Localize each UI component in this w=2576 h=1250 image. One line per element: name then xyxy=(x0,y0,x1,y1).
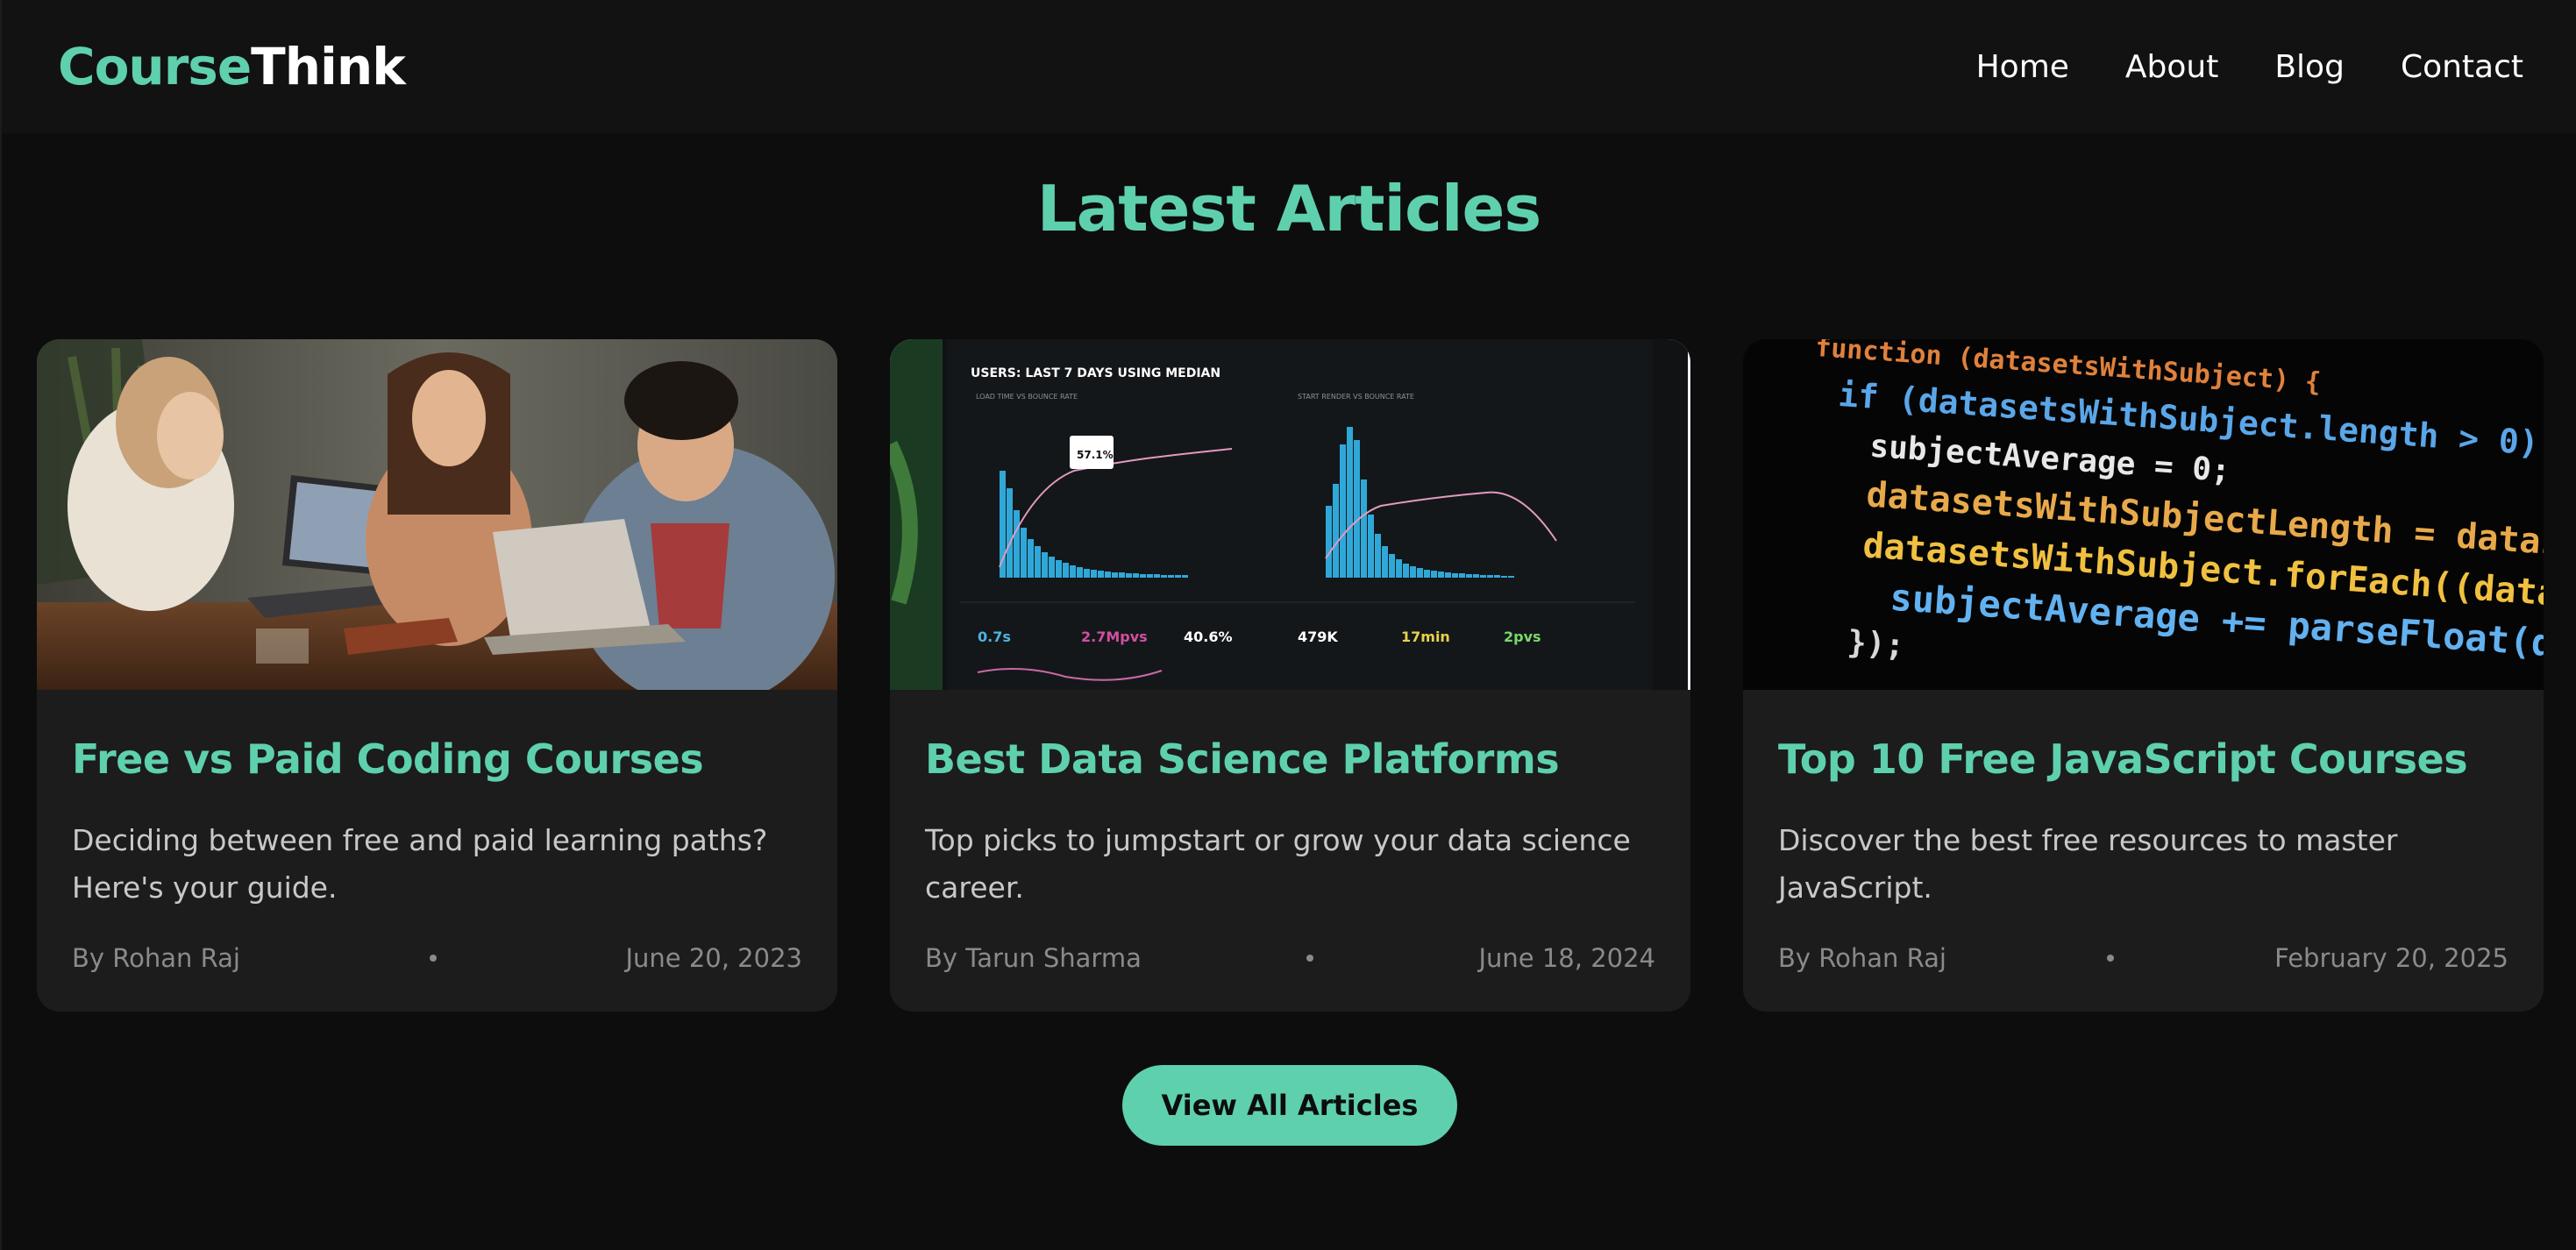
article-card[interactable]: function (datasetsWithSubject) { if (dat… xyxy=(1743,339,2544,1012)
article-title[interactable]: Best Data Science Platforms xyxy=(925,735,1655,784)
svg-text:479K: 479K xyxy=(1298,629,1338,645)
article-meta: By Rohan Raj June 20, 2023 xyxy=(72,943,802,973)
nav-home-link[interactable]: Home xyxy=(1976,49,2069,85)
article-meta: By Tarun Sharma June 18, 2024 xyxy=(925,943,1655,973)
site-header: CourseThink Home About Blog Contact xyxy=(2,0,2576,133)
nav-about-link[interactable]: About xyxy=(2125,49,2218,85)
article-image-code[interactable]: function (datasetsWithSubject) { if (dat… xyxy=(1743,339,2544,690)
svg-text:USERS: LAST 7 DAYS USING MEDIA: USERS: LAST 7 DAYS USING MEDIAN xyxy=(971,366,1220,380)
svg-text:});: }); xyxy=(1847,624,1906,664)
article-author: By Tarun Sharma xyxy=(925,943,1142,973)
article-title[interactable]: Top 10 Free JavaScript Courses xyxy=(1778,735,2508,784)
separator-dot-icon xyxy=(1306,955,1314,962)
article-date: February 20, 2025 xyxy=(2274,943,2508,973)
svg-text:40.6%: 40.6% xyxy=(1184,629,1233,645)
article-author: By Rohan Raj xyxy=(72,943,240,973)
article-description: Top picks to jumpstart or grow your data… xyxy=(925,823,1631,906)
article-author: By Rohan Raj xyxy=(1778,943,1946,973)
analytics-dashboard-illustration: USERS: LAST 7 DAYS USING MEDIAN LOAD TIM… xyxy=(890,339,1690,690)
nav-blog-link[interactable]: Blog xyxy=(2274,49,2345,85)
main-nav: Home About Blog Contact xyxy=(1976,49,2523,85)
nav-contact-link[interactable]: Contact xyxy=(2401,49,2523,85)
article-image-people-laptops[interactable] xyxy=(37,339,837,690)
separator-dot-icon xyxy=(2107,955,2115,962)
article-image-dashboard[interactable]: USERS: LAST 7 DAYS USING MEDIAN LOAD TIM… xyxy=(890,339,1690,690)
svg-text:17min: 17min xyxy=(1401,629,1450,645)
svg-text:START RENDER VS BOUNCE RATE: START RENDER VS BOUNCE RATE xyxy=(1298,393,1414,401)
article-card[interactable]: USERS: LAST 7 DAYS USING MEDIAN LOAD TIM… xyxy=(890,339,1690,1012)
brand-logo-accent: Course xyxy=(58,37,252,96)
javascript-code-illustration: function (datasetsWithSubject) { if (dat… xyxy=(1743,339,2544,690)
svg-text:0.7s: 0.7s xyxy=(978,629,1011,645)
article-meta: By Rohan Raj February 20, 2025 xyxy=(1778,943,2508,973)
article-title[interactable]: Free vs Paid Coding Courses xyxy=(72,735,802,784)
svg-text:2.7Mpvs: 2.7Mpvs xyxy=(1081,629,1148,645)
section-title: Latest Articles xyxy=(1036,172,1541,245)
svg-text:LOAD TIME VS BOUNCE RATE: LOAD TIME VS BOUNCE RATE xyxy=(976,393,1078,401)
separator-dot-icon xyxy=(429,955,437,962)
svg-text:57.1%: 57.1% xyxy=(1077,449,1114,461)
page: CourseThink Home About Blog Contact Late… xyxy=(0,0,2576,1250)
article-card-list: Free vs Paid Coding Courses Deciding bet… xyxy=(37,339,2544,1012)
brand-logo[interactable]: CourseThink xyxy=(58,37,406,96)
brand-logo-rest: Think xyxy=(251,37,406,96)
article-card[interactable]: Free vs Paid Coding Courses Deciding bet… xyxy=(37,339,837,1012)
people-with-laptops-illustration xyxy=(37,339,837,690)
view-all-articles-button[interactable]: View All Articles xyxy=(1122,1065,1457,1146)
article-description: Deciding between free and paid learning … xyxy=(72,823,768,906)
svg-text:2pvs: 2pvs xyxy=(1504,629,1541,645)
article-date: June 20, 2023 xyxy=(625,943,802,973)
article-description: Discover the best free resources to mast… xyxy=(1778,823,2398,906)
article-date: June 18, 2024 xyxy=(1478,943,1655,973)
